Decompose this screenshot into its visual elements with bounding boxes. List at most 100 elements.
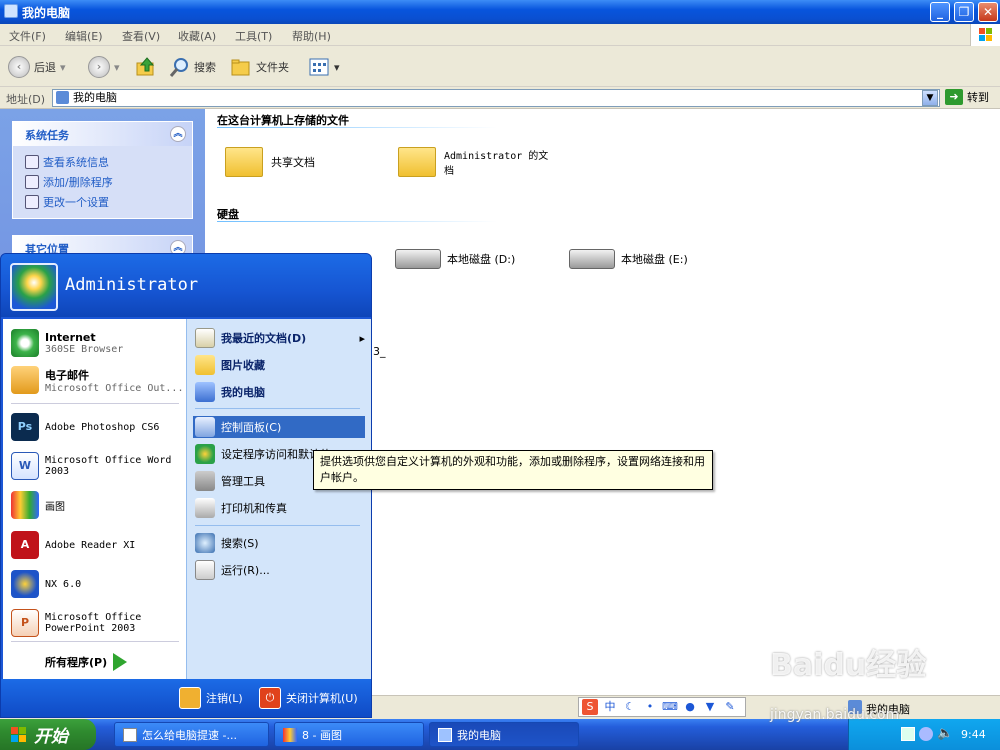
my-computer-icon xyxy=(195,382,215,402)
pinned-title: Internet xyxy=(45,331,96,344)
start-menu-footer: 注销(L) ⏻ 关闭计算机(U) xyxy=(1,679,371,717)
menu-edit[interactable]: 编辑(E) xyxy=(65,28,103,44)
minimize-button[interactable]: _ xyxy=(930,2,950,22)
back-button[interactable]: ‹ 后退 ▾ xyxy=(8,54,66,80)
forward-button[interactable]: › ▾ xyxy=(88,54,120,80)
section-divider xyxy=(217,127,497,128)
menu-bar: 文件(F) 编辑(E) 查看(V) 收藏(A) 工具(T) 帮助(H) xyxy=(0,24,1000,46)
hard-drive-icon xyxy=(569,249,615,269)
go-arrow-icon: ➜ xyxy=(945,89,963,105)
user-icon[interactable]: ● xyxy=(682,699,698,715)
collapse-chevron-icon[interactable]: ︽ xyxy=(170,126,186,142)
paint-icon xyxy=(11,491,39,519)
printers-item[interactable]: 打印机和传真 xyxy=(193,497,365,519)
shared-documents-item[interactable]: 共享文档 xyxy=(225,147,315,177)
my-computer-item[interactable]: 我的电脑 xyxy=(193,381,365,403)
my-pictures-item[interactable]: 图片收藏 xyxy=(193,354,365,376)
task-add-remove-programs[interactable]: 添加/删除程序 xyxy=(13,172,192,192)
pinned-internet[interactable]: Internet 360SE Browser xyxy=(11,329,123,357)
search-icon xyxy=(169,58,188,77)
back-arrow-icon: ‹ xyxy=(8,56,30,78)
clock[interactable]: 9:44 xyxy=(961,728,986,741)
views-dropdown-icon: ▾ xyxy=(334,60,340,74)
sogou-s-icon[interactable]: S xyxy=(582,699,598,715)
admin-documents-item[interactable]: Administrator 的文档 xyxy=(398,147,554,177)
taskbar-button-my-computer[interactable]: 我的电脑 xyxy=(429,722,579,747)
menu-file[interactable]: 文件(F) xyxy=(9,28,46,44)
toolbar: ‹ 后退 ▾ › ▾ 搜索 文件夹 ▾ xyxy=(0,46,1000,87)
shutdown-button[interactable]: ⏻ 关闭计算机(U) xyxy=(259,687,358,709)
program-adobe-reader[interactable]: A Adobe Reader XI xyxy=(11,531,135,559)
windows-flag-icon xyxy=(11,726,26,742)
taskbar-button-paint[interactable]: 8 - 画图 xyxy=(274,722,424,747)
program-photoshop[interactable]: Ps Adobe Photoshop CS6 xyxy=(11,413,159,441)
folders-button[interactable]: 文件夹 xyxy=(230,54,289,80)
keyboard-icon[interactable]: ⌨ xyxy=(662,699,678,715)
taskbar-button-browser[interactable]: 怎么给电脑提速 -... xyxy=(114,722,269,747)
menu-help[interactable]: 帮助(H) xyxy=(292,28,331,44)
task-view-system-info[interactable]: 查看系统信息 xyxy=(13,152,192,172)
control-panel-item[interactable]: 控制面板(C) xyxy=(193,416,365,438)
shared-documents-label: 共享文档 xyxy=(271,156,315,169)
volume-icon[interactable]: 🔈 xyxy=(937,726,953,741)
wrench-icon[interactable]: ✎ xyxy=(722,699,738,715)
places-label: 我最近的文档(D) xyxy=(221,332,307,345)
start-label: 开始 xyxy=(34,727,68,747)
control-panel-small-icon xyxy=(25,195,39,209)
program-label: NX 6.0 xyxy=(45,578,82,590)
close-button[interactable]: ✕ xyxy=(978,2,998,22)
search-button[interactable]: 搜索 xyxy=(168,54,216,80)
maximize-button[interactable]: ❐ xyxy=(954,2,974,22)
baidu-watermark: Baidu经验 xyxy=(770,648,927,683)
search-item[interactable]: 搜索(S) xyxy=(193,532,365,554)
punctuation-icon[interactable]: • xyxy=(642,699,658,715)
program-label: Adobe Reader XI xyxy=(45,539,136,551)
menu-favorites[interactable]: 收藏(A) xyxy=(178,28,216,44)
program-paint[interactable]: 画图 xyxy=(11,491,65,519)
language-bar[interactable]: S 中 ☾ • ⌨ ● ▼ ✎ xyxy=(578,697,746,717)
recent-documents-item[interactable]: 我最近的文档(D) ▸ xyxy=(193,327,365,349)
key-icon xyxy=(179,687,201,709)
search-icon xyxy=(195,533,215,553)
program-label: Adobe Photoshop CS6 xyxy=(45,421,160,433)
start-button[interactable]: 开始 xyxy=(0,719,96,750)
program-powerpoint[interactable]: P Microsoft Office PowerPoint 2003 xyxy=(11,609,175,637)
run-item[interactable]: 运行(R)... xyxy=(193,559,365,581)
program-nx[interactable]: NX 6.0 xyxy=(11,570,81,598)
go-button[interactable]: ➜ 转到 xyxy=(945,89,989,105)
drive-e-item[interactable]: 本地磁盘 (E:) xyxy=(569,249,688,269)
moon-icon[interactable]: ☾ xyxy=(622,699,638,715)
forward-dropdown-icon[interactable]: ▾ xyxy=(114,61,120,74)
address-dropdown-button[interactable]: ▼ xyxy=(922,90,938,106)
drive-d-item[interactable]: 本地磁盘 (D:) xyxy=(395,249,515,269)
photoshop-icon: Ps xyxy=(11,413,39,441)
ime-mode[interactable]: 中 xyxy=(602,699,618,715)
admin-tools-icon xyxy=(195,471,215,491)
title-bar[interactable]: 我的电脑 _ ❐ ✕ xyxy=(0,0,1000,24)
system-tasks-title: 系统任务 xyxy=(25,129,69,142)
user-avatar[interactable] xyxy=(10,263,58,311)
printer-icon xyxy=(195,498,215,518)
network-icon[interactable] xyxy=(901,727,915,741)
menu-view[interactable]: 查看(V) xyxy=(122,28,160,44)
logoff-button[interactable]: 注销(L) xyxy=(179,687,243,709)
taskbar: 开始 怎么给电脑提速 -... 8 - 画图 我的电脑 S 🔈 9:44 xyxy=(0,719,1000,750)
shirt-icon[interactable]: ▼ xyxy=(702,699,718,715)
pinned-email[interactable]: 电子邮件 Microsoft Office Out... xyxy=(11,366,183,394)
views-button[interactable]: ▾ xyxy=(308,54,340,80)
task-label: 更改一个设置 xyxy=(43,196,109,209)
all-programs-button[interactable]: 所有程序(P) xyxy=(45,653,128,671)
address-field[interactable]: 我的电脑 xyxy=(52,89,940,107)
system-tasks-header[interactable]: 系统任务 ︽ xyxy=(13,122,192,146)
menu-tools[interactable]: 工具(T) xyxy=(235,28,272,44)
taskbar-button-label: 我的电脑 xyxy=(457,728,501,742)
task-change-setting[interactable]: 更改一个设置 xyxy=(13,192,192,212)
up-button[interactable] xyxy=(135,54,157,80)
security-icon[interactable] xyxy=(919,727,933,741)
program-word[interactable]: W Microsoft Office Word 2003 xyxy=(11,452,175,480)
logoff-label: 注销(L) xyxy=(206,692,243,705)
power-icon: ⏻ xyxy=(259,687,281,709)
back-dropdown-icon[interactable]: ▾ xyxy=(60,61,66,74)
outlook-icon xyxy=(11,366,39,394)
user-name: Administrator xyxy=(65,275,199,295)
